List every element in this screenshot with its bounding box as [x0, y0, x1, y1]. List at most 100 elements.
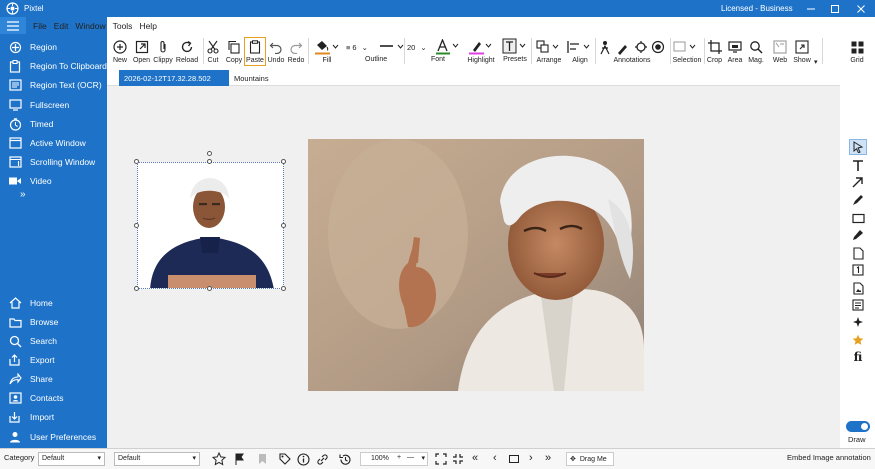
zoom-in-icon[interactable]: +	[397, 454, 401, 461]
text-tool-button[interactable]	[849, 157, 867, 173]
zoom-control[interactable]: 100% + — ▾	[360, 452, 428, 466]
favorite-tool-button[interactable]	[849, 332, 867, 348]
resize-handle-bl[interactable]	[134, 286, 139, 291]
note-tool-button[interactable]	[849, 245, 867, 261]
show-button[interactable]: Show	[792, 38, 812, 64]
rotate-handle[interactable]	[207, 151, 212, 156]
font-color-button[interactable]	[433, 38, 463, 56]
counter-tool-button[interactable]	[849, 262, 867, 278]
maximize-button[interactable]	[823, 0, 847, 17]
previous-page-icon[interactable]: ‹	[493, 452, 497, 464]
link-icon[interactable]	[316, 453, 329, 466]
resize-handle-ml[interactable]	[134, 223, 139, 228]
tab-active-capture[interactable]: 2026-02-12T17.32.28.502	[119, 70, 229, 86]
menu-tools[interactable]: Tools	[113, 21, 133, 31]
copy-button[interactable]: Copy	[225, 38, 243, 64]
new-button[interactable]: New	[111, 38, 129, 64]
last-page-icon[interactable]: »	[545, 452, 551, 464]
cut-button[interactable]: Cut	[205, 38, 221, 64]
drag-me-button[interactable]: ✥ Drag Me	[566, 452, 614, 466]
category-select[interactable]: Default ▾	[38, 452, 105, 466]
info-icon[interactable]	[297, 453, 310, 466]
toolbar-overflow-icon[interactable]: ▾	[814, 58, 818, 66]
redo-button[interactable]: Redo	[287, 38, 305, 64]
preset-select[interactable]: Default ▾	[114, 452, 200, 466]
grid-button[interactable]: Grid	[847, 38, 867, 64]
zoom-out-icon[interactable]: —	[407, 454, 414, 461]
font-size-dropdown[interactable]: 20 ⌄	[407, 38, 433, 56]
sidebar-item-search[interactable]: Search	[0, 332, 107, 350]
hamburger-menu-button[interactable]	[0, 17, 26, 34]
tab-mountains[interactable]: Mountains	[229, 70, 274, 86]
clippy-button[interactable]: Clippy	[153, 38, 173, 64]
outline-width-dropdown[interactable]: ≡ 6 ⌄	[346, 38, 372, 56]
minimize-button[interactable]	[799, 0, 823, 17]
arrange-button[interactable]: Arrange	[534, 38, 564, 64]
highlight-button[interactable]: Highlight	[465, 38, 497, 64]
resize-handle-br[interactable]	[281, 286, 286, 291]
fit-icon[interactable]	[435, 453, 447, 465]
crop-button[interactable]: Crop	[706, 38, 723, 64]
resize-handle-tl[interactable]	[134, 159, 139, 164]
next-page-icon[interactable]: ›	[529, 452, 533, 464]
undo-button[interactable]: Undo	[267, 38, 285, 64]
expand-chevron-icon[interactable]: »	[20, 189, 26, 200]
sidebar-item-scrolling-window[interactable]: Scrolling Window	[0, 153, 107, 171]
sidebar-item-region-to-clipboard[interactable]: Region To Clipboard	[0, 57, 107, 75]
close-button[interactable]	[849, 0, 873, 17]
reload-button[interactable]: Reload	[175, 38, 199, 64]
menu-file[interactable]: File	[33, 21, 47, 31]
actual-size-icon[interactable]	[452, 453, 464, 465]
resize-handle-tr[interactable]	[281, 159, 286, 164]
sidebar-item-active-window[interactable]: Active Window	[0, 134, 107, 152]
sidebar-item-user-preferences[interactable]: User Preferences	[0, 428, 107, 446]
star-rating-icon[interactable]	[212, 452, 226, 466]
sidebar-item-export[interactable]: Export	[0, 351, 107, 369]
sidebar-item-share[interactable]: Share	[0, 370, 107, 388]
sidebar-item-contacts[interactable]: Contacts	[0, 389, 107, 407]
magic-tool-button[interactable]	[849, 314, 867, 330]
font-ligature-tool-button[interactable]: ﬁ	[849, 349, 867, 365]
rectangle-tool-button[interactable]	[849, 210, 867, 226]
image-stamp-tool-button[interactable]	[849, 280, 867, 296]
draw-toggle[interactable]	[846, 421, 870, 432]
history-icon[interactable]	[339, 453, 352, 466]
open-button[interactable]: Open	[132, 38, 151, 64]
sidebar-item-region-text-ocr[interactable]: Region Text (OCR)	[0, 76, 107, 94]
bookmark-icon[interactable]	[258, 453, 267, 465]
sidebar-item-timed[interactable]: Timed	[0, 115, 107, 133]
sidebar-item-region[interactable]: Region	[0, 38, 107, 56]
magnifier-button[interactable]: Mag.	[747, 38, 765, 64]
select-tool-button[interactable]	[849, 139, 867, 155]
annotations-group[interactable]: Annotations	[597, 38, 667, 64]
presets-button[interactable]: Presets	[501, 37, 529, 63]
sidebar-item-home[interactable]: Home	[0, 294, 107, 312]
tag-icon[interactable]	[279, 453, 291, 465]
highlighter-tool-button[interactable]	[849, 227, 867, 243]
flag-icon[interactable]	[234, 453, 245, 465]
area-button[interactable]: Area	[726, 38, 744, 64]
sidebar-item-browse[interactable]: Browse	[0, 313, 107, 331]
menu-window[interactable]: Window	[75, 21, 105, 31]
step-tool-button[interactable]	[849, 297, 867, 313]
sidebar-item-video[interactable]: Video	[0, 172, 107, 190]
menu-edit[interactable]: Edit	[54, 21, 69, 31]
resize-handle-tc[interactable]	[207, 159, 212, 164]
fill-button[interactable]: Fill	[312, 38, 342, 64]
menu-help[interactable]: Help	[139, 21, 156, 31]
paste-button[interactable]: Paste	[244, 37, 266, 66]
sidebar-item-import[interactable]: Import	[0, 408, 107, 426]
outline-style-dropdown[interactable]	[377, 38, 407, 56]
resize-handle-bc[interactable]	[207, 286, 212, 291]
web-button[interactable]: Web	[771, 38, 789, 64]
selected-pasted-image[interactable]	[137, 162, 284, 289]
sidebar-item-fullscreen[interactable]: Fullscreen	[0, 96, 107, 114]
resize-handle-mr[interactable]	[281, 223, 286, 228]
first-page-icon[interactable]: «	[472, 452, 478, 464]
selection-button[interactable]: Selection	[672, 38, 702, 64]
main-portrait-image[interactable]	[308, 139, 644, 391]
pen-tool-button[interactable]	[849, 192, 867, 208]
page-icon[interactable]	[508, 453, 520, 465]
arrow-tool-button[interactable]	[849, 174, 867, 190]
align-button[interactable]: Align	[566, 38, 594, 64]
